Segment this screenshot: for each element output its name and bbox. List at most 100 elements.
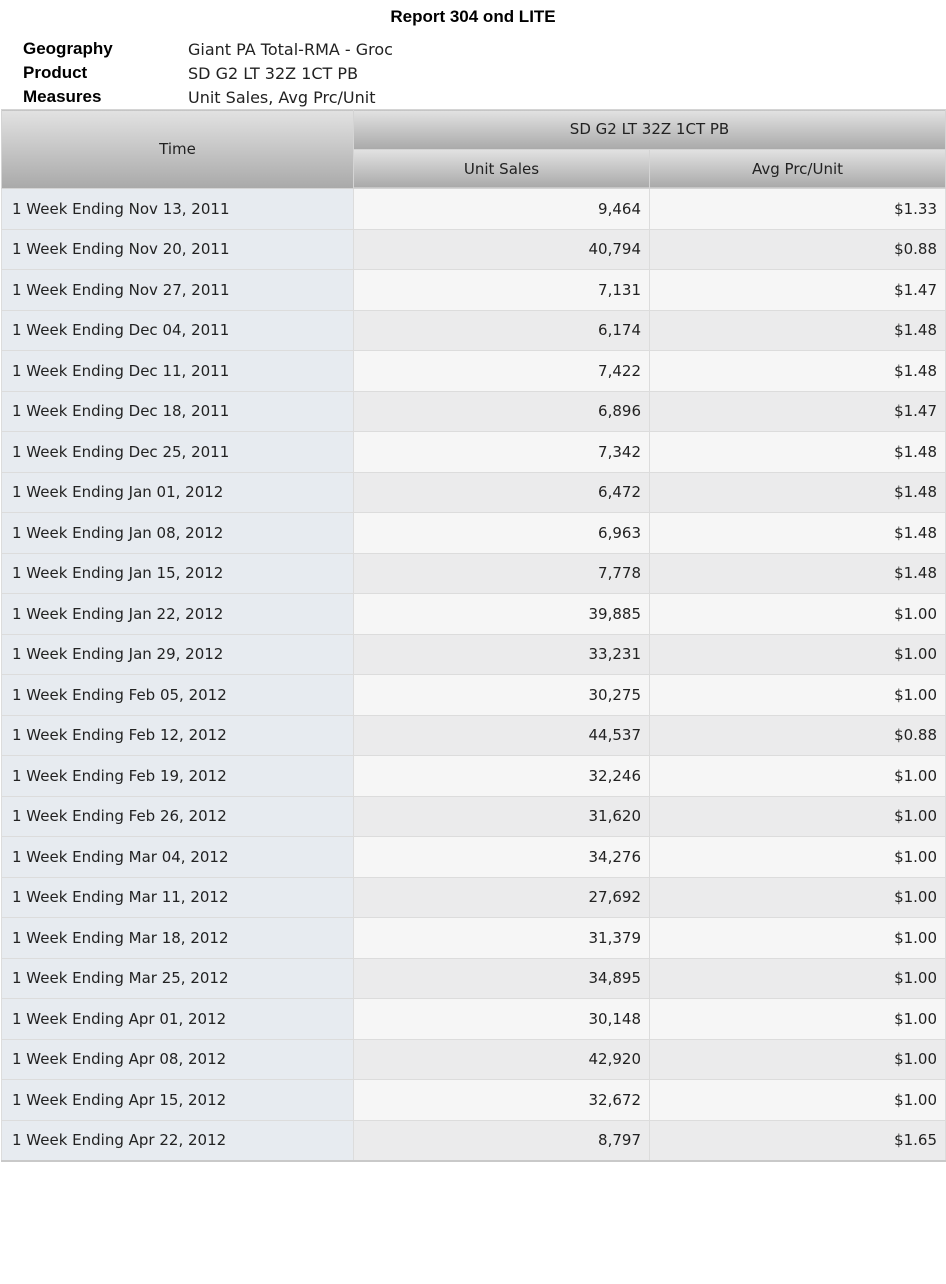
- table-row: 1 Week Ending Mar 18, 2012 31,379 $1.00: [1, 917, 946, 959]
- table-row: 1 Week Ending Jan 01, 2012 6,472 $1.48: [1, 471, 946, 513]
- report-title: Report 304 ond LITE: [390, 7, 556, 26]
- table-row: 1 Week Ending Apr 01, 2012 30,148 $1.00: [1, 998, 946, 1040]
- table-row: 1 Week Ending Mar 11, 2012 27,692 $1.00: [1, 876, 946, 918]
- time-cell: 1 Week Ending Nov 13, 2011: [1, 188, 354, 230]
- meta-value: SD G2 LT 32Z 1CT PB: [188, 63, 359, 83]
- unit-sales-cell: 6,174: [353, 309, 650, 351]
- unit-sales-cell: 44,537: [353, 714, 650, 756]
- time-cell: 1 Week Ending Apr 22, 2012: [1, 1119, 354, 1162]
- time-cell: 1 Week Ending Dec 25, 2011: [1, 431, 354, 473]
- table-row: 1 Week Ending Jan 15, 2012 7,778 $1.48: [1, 552, 946, 594]
- avg-price-cell: $1.47: [648, 269, 946, 311]
- unit-sales-cell: 34,276: [353, 836, 650, 878]
- unit-sales-cell: 30,148: [353, 998, 650, 1040]
- report-table: Time SD G2 LT 32Z 1CT PB Unit Sales Avg …: [1, 109, 946, 1162]
- unit-sales-cell: 32,672: [353, 1079, 650, 1121]
- table-row: 1 Week Ending Dec 25, 2011 7,342 $1.48: [1, 431, 946, 473]
- time-cell: 1 Week Ending Mar 11, 2012: [1, 876, 354, 918]
- time-cell: 1 Week Ending Nov 20, 2011: [1, 228, 354, 270]
- time-cell: 1 Week Ending Jan 22, 2012: [1, 593, 354, 635]
- report-meta: Geography Giant PA Total-RMA - Groc Prod…: [23, 37, 393, 109]
- time-cell: 1 Week Ending Feb 12, 2012: [1, 714, 354, 756]
- unit-sales-cell: 7,422: [353, 350, 650, 392]
- time-cell: 1 Week Ending Jan 08, 2012: [1, 512, 354, 554]
- avg-price-cell: $1.33: [648, 188, 946, 230]
- table-row: 1 Week Ending Nov 27, 2011 7,131 $1.47: [1, 269, 946, 311]
- unit-sales-cell: 7,342: [353, 431, 650, 473]
- avg-price-cell: $1.00: [648, 633, 946, 675]
- avg-price-cell: $0.88: [648, 714, 946, 756]
- avg-price-cell: $1.47: [648, 390, 946, 432]
- avg-price-cell: $1.48: [648, 431, 946, 473]
- avg-price-cell: $1.00: [648, 876, 946, 918]
- time-cell: 1 Week Ending Apr 08, 2012: [1, 1038, 354, 1080]
- avg-price-cell: $1.00: [648, 593, 946, 635]
- unit-sales-cell: 32,246: [353, 755, 650, 797]
- avg-price-cell: $1.00: [648, 917, 946, 959]
- unit-sales-cell: 6,472: [353, 471, 650, 513]
- time-cell: 1 Week Ending Jan 29, 2012: [1, 633, 354, 675]
- product-column-header[interactable]: SD G2 LT 32Z 1CT PB: [352, 109, 946, 150]
- time-cell: 1 Week Ending Jan 01, 2012: [1, 471, 354, 513]
- avg-price-cell: $1.48: [648, 512, 946, 554]
- avg-price-cell: $1.48: [648, 350, 946, 392]
- meta-value: Giant PA Total-RMA - Groc: [188, 39, 393, 59]
- avg-price-cell: $1.48: [648, 471, 946, 513]
- avg-price-cell: $1.48: [648, 309, 946, 351]
- time-cell: 1 Week Ending Feb 05, 2012: [1, 674, 354, 716]
- unit-sales-cell: 8,797: [353, 1119, 650, 1162]
- avg-price-column-header[interactable]: Avg Prc/Unit: [648, 148, 946, 189]
- time-cell: 1 Week Ending Nov 27, 2011: [1, 269, 354, 311]
- avg-price-cell: $1.00: [648, 795, 946, 837]
- unit-sales-cell: 6,963: [353, 512, 650, 554]
- unit-sales-cell: 39,885: [353, 593, 650, 635]
- avg-price-cell: $1.00: [648, 957, 946, 999]
- unit-sales-cell: 31,379: [353, 917, 650, 959]
- avg-price-cell: $1.00: [648, 998, 946, 1040]
- table-row: 1 Week Ending Dec 18, 2011 6,896 $1.47: [1, 390, 946, 432]
- meta-label: Geography: [23, 39, 113, 58]
- unit-sales-cell: 40,794: [353, 228, 650, 270]
- time-cell: 1 Week Ending Feb 19, 2012: [1, 755, 354, 797]
- avg-price-cell: $1.00: [648, 1038, 946, 1080]
- time-cell: 1 Week Ending Dec 04, 2011: [1, 309, 354, 351]
- table-body: 1 Week Ending Nov 13, 2011 9,464 $1.33 1 We…: [1, 188, 946, 1162]
- time-cell: 1 Week Ending Dec 11, 2011: [1, 350, 354, 392]
- time-cell: 1 Week Ending Apr 15, 2012: [1, 1079, 354, 1121]
- meta-row-product: Product SD G2 LT 32Z 1CT PB: [23, 61, 393, 85]
- unit-sales-cell: 42,920: [353, 1038, 650, 1080]
- table-row: 1 Week Ending Feb 12, 2012 44,537 $0.88: [1, 714, 946, 756]
- unit-sales-cell: 27,692: [353, 876, 650, 918]
- table-row: 1 Week Ending Feb 05, 2012 30,275 $1.00: [1, 674, 946, 716]
- unit-sales-cell: 31,620: [353, 795, 650, 837]
- table-row: 1 Week Ending Mar 25, 2012 34,895 $1.00: [1, 957, 946, 999]
- meta-label: Measures: [23, 87, 102, 106]
- time-cell: 1 Week Ending Mar 25, 2012: [1, 957, 354, 999]
- avg-price-cell: $1.00: [648, 1079, 946, 1121]
- table-row: 1 Week Ending Dec 04, 2011 6,174 $1.48: [1, 309, 946, 351]
- unit-sales-cell: 7,131: [353, 269, 650, 311]
- time-cell: 1 Week Ending Dec 18, 2011: [1, 390, 354, 432]
- time-cell: 1 Week Ending Feb 26, 2012: [1, 795, 354, 837]
- avg-price-cell: $1.00: [648, 674, 946, 716]
- meta-row-measures: Measures Unit Sales, Avg Prc/Unit: [23, 85, 393, 109]
- unit-sales-cell: 6,896: [353, 390, 650, 432]
- table-row: 1 Week Ending Nov 20, 2011 40,794 $0.88: [1, 228, 946, 270]
- avg-price-cell: $1.00: [648, 755, 946, 797]
- time-cell: 1 Week Ending Apr 01, 2012: [1, 998, 354, 1040]
- avg-price-cell: $0.88: [648, 228, 946, 270]
- avg-price-cell: $1.65: [648, 1119, 946, 1162]
- table-row: 1 Week Ending Nov 13, 2011 9,464 $1.33: [1, 188, 946, 230]
- unit-sales-cell: 7,778: [353, 552, 650, 594]
- unit-sales-column-header[interactable]: Unit Sales: [353, 148, 650, 189]
- table-row: 1 Week Ending Jan 29, 2012 33,231 $1.00: [1, 633, 946, 675]
- table-row: 1 Week Ending Dec 11, 2011 7,422 $1.48: [1, 350, 946, 392]
- unit-sales-cell: 9,464: [353, 188, 650, 230]
- time-cell: 1 Week Ending Mar 18, 2012: [1, 917, 354, 959]
- table-row: 1 Week Ending Feb 26, 2012 31,620 $1.00: [1, 795, 946, 837]
- time-column-header[interactable]: Time: [1, 109, 354, 189]
- table-row: 1 Week Ending Jan 08, 2012 6,963 $1.48: [1, 512, 946, 554]
- unit-sales-cell: 34,895: [353, 957, 650, 999]
- table-row: 1 Week Ending Jan 22, 2012 39,885 $1.00: [1, 593, 946, 635]
- time-cell: 1 Week Ending Jan 15, 2012: [1, 552, 354, 594]
